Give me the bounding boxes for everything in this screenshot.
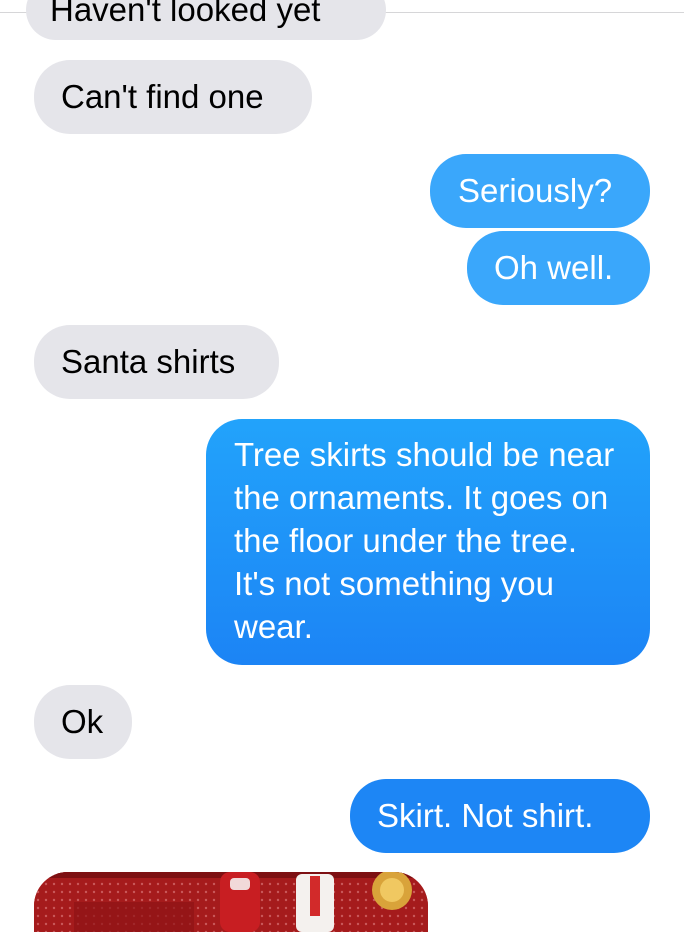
message-text: Haven't looked yet [50, 0, 321, 28]
photo-attachment[interactable] [34, 872, 428, 932]
message-bubble-incoming[interactable]: Ok [10, 685, 132, 761]
photo-thumbnail [34, 872, 428, 932]
message-bubble-incoming[interactable]: Santa shirts [10, 325, 279, 401]
message-text: Santa shirts [61, 343, 236, 380]
message-bubble-incoming[interactable]: Haven't looked yet [26, 0, 386, 40]
message-bubble-outgoing[interactable]: Seriously? [430, 154, 650, 228]
message-bubble-outgoing[interactable]: Oh well. [467, 231, 674, 307]
message-text: Skirt. Not shirt. [377, 797, 594, 834]
message-bubble-incoming[interactable]: Can't find one [10, 60, 312, 136]
message-text: Can't find one [61, 78, 264, 115]
message-bubble-outgoing[interactable]: Skirt. Not shirt. [350, 779, 674, 855]
message-text: Oh well. [494, 249, 614, 286]
message-text: Tree skirts should be near the ornaments… [234, 436, 615, 645]
message-text: Seriously? [458, 172, 613, 209]
message-text: Ok [61, 703, 104, 740]
message-bubble-outgoing[interactable]: Tree skirts should be near the ornaments… [206, 419, 674, 667]
